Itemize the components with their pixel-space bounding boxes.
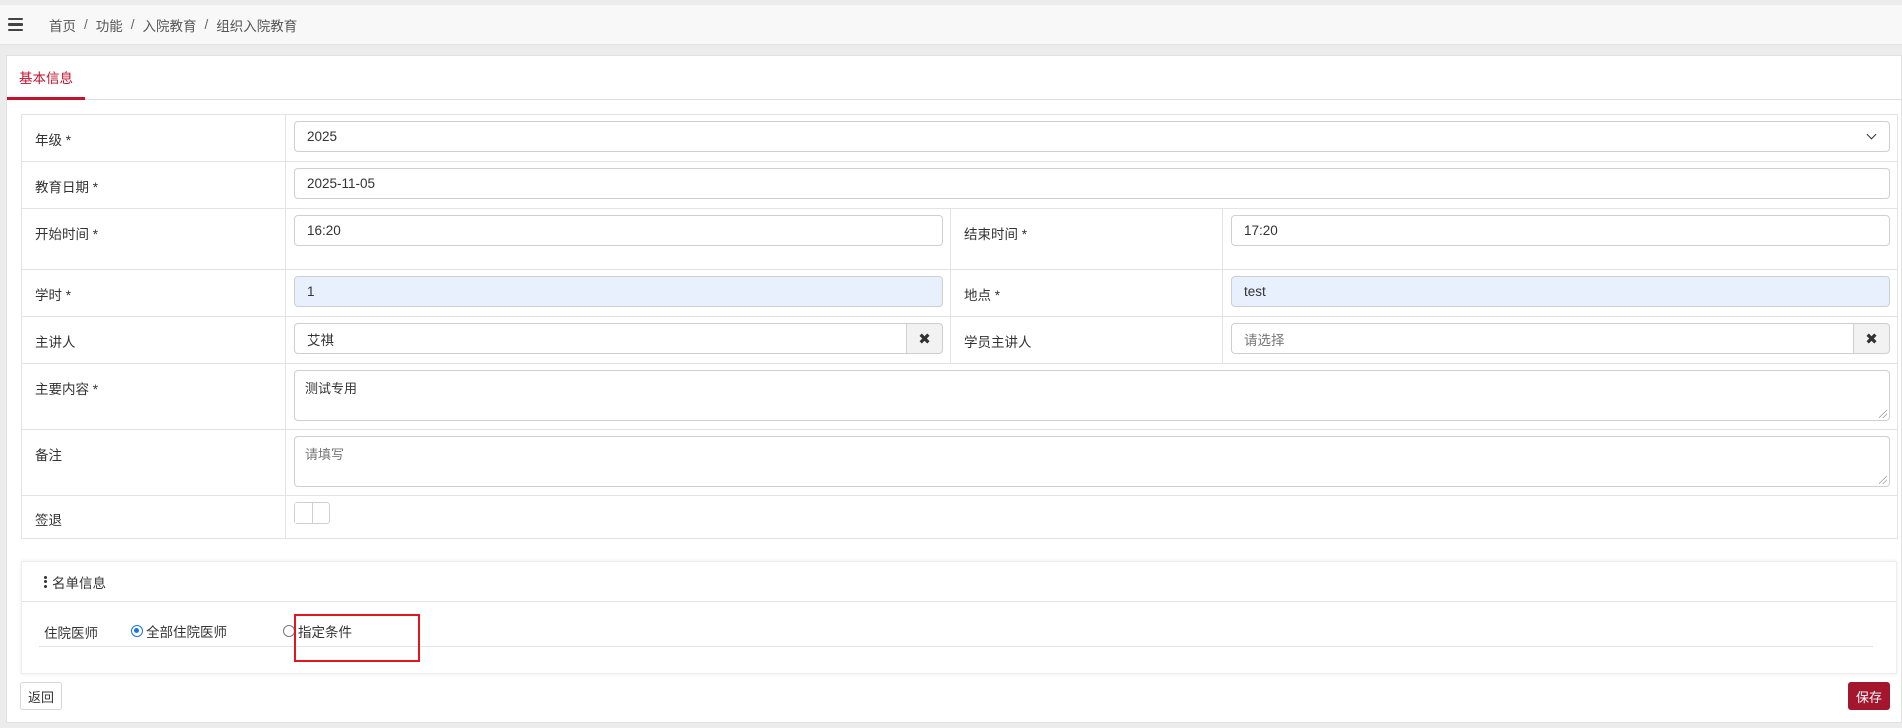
chevron-down-icon — [1866, 129, 1877, 140]
grade-label: 年级 * — [21, 114, 286, 162]
student-speaker-label: 学员主讲人 — [950, 316, 1223, 364]
save-button[interactable]: 保存 — [1848, 682, 1890, 710]
breadcrumb-separator: / — [130, 17, 135, 32]
basic-info-form: 年级 * 2025 教育日期 * 2025-11-05 开始时间 * 16:20 — [21, 114, 1898, 539]
back-button[interactable]: 返回 — [20, 682, 62, 710]
roster-header: 名单信息 — [22, 562, 1896, 602]
speaker-label: 主讲人 — [21, 316, 286, 364]
breadcrumb: 首页 / 功能 / 入院教育 / 组织入院教育 — [49, 15, 297, 35]
student-speaker-input[interactable]: 请选择 — [1231, 323, 1854, 354]
location-label: 地点 * — [950, 269, 1223, 317]
clear-speaker-icon[interactable]: ✖ — [907, 323, 943, 354]
breadcrumb-function[interactable]: 功能 — [96, 15, 123, 35]
location-input[interactable]: test — [1231, 276, 1890, 307]
end-time-label: 结束时间 * — [950, 208, 1223, 270]
hours-label: 学时 * — [21, 269, 286, 317]
start-time-value: 16:20 — [307, 223, 341, 238]
speaker-picker: 艾祺 ✖ — [294, 323, 943, 354]
signout-label: 签退 — [21, 495, 286, 539]
content-textarea[interactable]: 测试专用 — [294, 370, 1890, 421]
resize-grip-icon[interactable] — [1879, 476, 1887, 484]
student-speaker-picker: 请选择 ✖ — [1231, 323, 1890, 354]
highlight-annotation — [294, 614, 420, 662]
breadcrumb-admission-education[interactable]: 入院教育 — [143, 15, 197, 35]
resize-grip-icon[interactable] — [1879, 410, 1887, 418]
hours-value: 1 — [307, 284, 315, 299]
speaker-input[interactable]: 艾祺 — [294, 323, 907, 354]
hours-input[interactable]: 1 — [294, 276, 943, 307]
start-time-input[interactable]: 16:20 — [294, 215, 943, 246]
content-value: 测试专用 — [305, 381, 358, 396]
location-value: test — [1244, 284, 1266, 299]
start-time-label: 开始时间 * — [21, 208, 286, 270]
grade-value: 2025 — [307, 129, 338, 144]
breadcrumb-home[interactable]: 首页 — [49, 15, 76, 35]
radio-all-residents[interactable]: 全部住院医师 — [131, 621, 227, 641]
resident-label: 住院医师 — [44, 626, 98, 641]
breadcrumb-current: 组织入院教育 — [216, 18, 298, 34]
remark-textarea[interactable]: 请填写 — [294, 436, 1890, 487]
tab-bar: 基本信息 — [7, 56, 1901, 100]
content-label: 主要内容 * — [21, 363, 286, 430]
end-time-value: 17:20 — [1244, 223, 1278, 238]
clear-student-speaker-icon[interactable]: ✖ — [1854, 323, 1890, 354]
top-bar: 首页 / 功能 / 入院教育 / 组织入院教育 — [0, 5, 1902, 45]
speaker-value: 艾祺 — [307, 332, 334, 348]
radio-checked-icon[interactable] — [131, 625, 143, 637]
menu-toggle-icon[interactable] — [0, 5, 30, 45]
edu-date-value: 2025-11-05 — [307, 176, 376, 191]
radio-all-residents-label: 全部住院医师 — [146, 625, 227, 640]
breadcrumb-separator: / — [204, 17, 209, 32]
toggle-knob — [295, 503, 313, 523]
roster-title: 名单信息 — [52, 575, 106, 591]
edu-date-input[interactable]: 2025-11-05 — [294, 168, 1890, 199]
signout-toggle[interactable] — [294, 502, 330, 524]
tab-basic-info[interactable]: 基本信息 — [7, 56, 85, 100]
edu-date-label: 教育日期 * — [21, 161, 286, 209]
remark-label: 备注 — [21, 429, 286, 496]
grade-select[interactable]: 2025 — [294, 121, 1890, 152]
remark-placeholder: 请填写 — [305, 447, 345, 462]
breadcrumb-separator: / — [84, 17, 88, 32]
student-speaker-placeholder: 请选择 — [1244, 332, 1285, 348]
vertical-dots-icon — [44, 575, 47, 588]
end-time-input[interactable]: 17:20 — [1231, 215, 1890, 246]
main-card: 基本信息 年级 * 2025 教育日期 * 2025-11-05 开始时间 * … — [6, 55, 1902, 723]
